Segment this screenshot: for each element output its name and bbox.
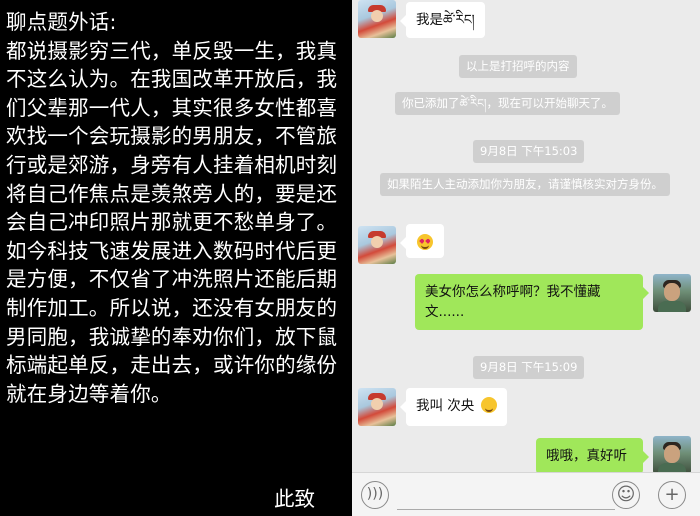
essay-text: 聊点题外话: 都说摄影穷三代，单反毁一生，我真不这么认为。在我国改革开放后，我们… — [6, 10, 338, 406]
sent-message[interactable]: 哦哦，真好听 — [536, 438, 649, 474]
voice-icon[interactable]: ))) — [361, 481, 389, 509]
input-bar: ))) ☺ + — [352, 472, 700, 516]
system-notice: 如果陌生人主动添加你为朋友，请谨慎核实对方身份。 — [380, 173, 670, 196]
plus-icon[interactable]: + — [658, 481, 686, 509]
my-avatar[interactable] — [653, 274, 691, 312]
message-text: 我叫 次央 — [416, 398, 475, 414]
contact-avatar[interactable] — [358, 388, 396, 426]
contact-avatar[interactable] — [358, 226, 396, 264]
emoji-icon[interactable]: ☺ — [612, 481, 640, 509]
received-message[interactable]: 我叫 次央 — [400, 388, 507, 426]
my-avatar[interactable] — [653, 436, 691, 474]
system-notice: 以上是打招呼的内容 — [459, 55, 577, 78]
chat-panel: 我是ཚེ་རིང། 以上是打招呼的内容 你已添加了ཚེ་རིང།，现在可以开始聊… — [352, 0, 700, 516]
heart-eyes-emoji-icon — [417, 234, 433, 250]
received-message[interactable] — [400, 224, 444, 258]
message-input[interactable] — [397, 481, 615, 510]
received-message[interactable]: 我是ཚེ་རིང། — [400, 2, 485, 38]
smile-emoji-icon — [480, 397, 497, 413]
essay-signature: 此致 — [274, 487, 315, 511]
contact-avatar[interactable] — [358, 0, 396, 38]
timestamp: 9月8日 下午15:09 — [473, 356, 585, 379]
system-notice: 你已添加了ཚེ་རིང།，现在可以开始聊天了。 — [395, 92, 620, 115]
essay-panel: 聊点题外话: 都说摄影穷三代，单反毁一生，我真不这么认为。在我国改革开放后，我们… — [0, 0, 350, 516]
timestamp: 9月8日 下午15:03 — [473, 140, 585, 163]
sent-message[interactable]: 美女你怎么称呼啊？我不懂藏文...... — [415, 274, 649, 330]
